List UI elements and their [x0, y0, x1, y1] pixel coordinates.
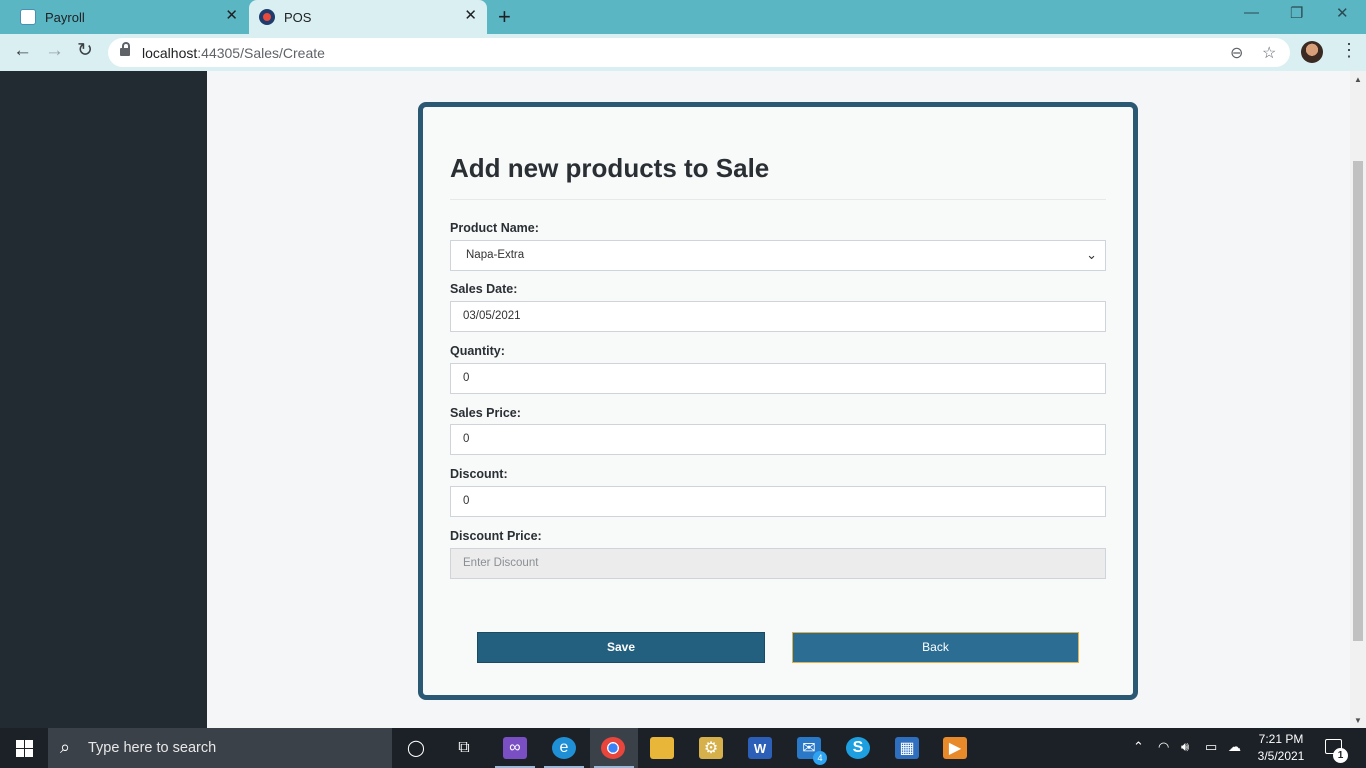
payroll-favicon-icon — [20, 9, 36, 25]
new-tab-icon[interactable]: + — [498, 4, 511, 30]
url-text: localhost:44305/Sales/Create — [142, 45, 325, 61]
database-tool-icon[interactable]: ⚙ — [699, 737, 723, 759]
address-bar-row: ← → ↻ localhost:44305/Sales/Create ⊖ ☆ ⋮ — [0, 34, 1366, 71]
chrome-icon[interactable] — [601, 737, 625, 759]
skype-icon[interactable]: S — [846, 737, 870, 759]
scroll-down-icon[interactable]: ▼ — [1354, 716, 1362, 725]
tab-label: POS — [284, 9, 312, 25]
lock-icon — [120, 42, 130, 58]
quantity-input[interactable]: 0 — [450, 363, 1106, 394]
edge-icon[interactable]: e — [552, 737, 576, 759]
quantity-value: 0 — [463, 372, 470, 384]
mail-badge: 4 — [813, 751, 827, 765]
clock[interactable]: 7:21 PM 3/5/2021 — [1256, 731, 1306, 765]
tab-label: Payroll — [45, 9, 85, 25]
date: 3/5/2021 — [1257, 749, 1305, 763]
sales-price-input[interactable]: 0 — [450, 424, 1106, 455]
sale-form-card: Add new products to Sale Product Name: N… — [418, 102, 1138, 700]
page-title: Add new products to Sale — [450, 153, 770, 183]
sales-date-input[interactable]: 03/05/2021 — [450, 301, 1106, 332]
scroll-up-icon[interactable]: ▲ — [1354, 75, 1362, 84]
scrollbar[interactable]: ▲ ▼ — [1350, 71, 1366, 728]
tray-chevron-icon[interactable]: ⌃ — [1133, 739, 1144, 755]
discount-price-placeholder: Enter Discount — [463, 557, 539, 569]
battery-icon[interactable]: ▭ — [1205, 739, 1217, 755]
cortana-icon[interactable]: ◯ — [404, 737, 428, 759]
zoom-icon[interactable]: ⊖ — [1230, 43, 1243, 63]
windows-start-icon[interactable] — [16, 740, 33, 757]
visual-studio-icon[interactable]: ∞ — [503, 737, 527, 759]
forward-arrow-icon[interactable]: → — [45, 41, 64, 61]
sales-price-value: 0 — [463, 433, 470, 445]
sidebar — [0, 71, 207, 728]
onedrive-icon[interactable]: ☁ — [1228, 739, 1241, 755]
scroll-thumb[interactable] — [1353, 161, 1363, 641]
discount-value: 0 — [463, 495, 470, 507]
tab-pos[interactable]: POS ✕ — [249, 0, 487, 34]
time: 7:21 PM — [1258, 732, 1304, 746]
volume-icon[interactable]: 🔊︎ — [1181, 739, 1189, 755]
back-arrow-icon[interactable]: ← — [13, 41, 32, 61]
sales-date-value: 03/05/2021 — [463, 310, 521, 322]
window-close-icon[interactable]: ✕ — [1336, 4, 1349, 22]
sales-price-label: Sales Price: — [450, 406, 521, 420]
notification-badge: 1 — [1333, 748, 1348, 763]
reload-icon[interactable]: ↻ — [77, 41, 93, 61]
quantity-label: Quantity: — [450, 344, 505, 358]
url-field[interactable]: localhost:44305/Sales/Create ⊖ ☆ — [108, 38, 1290, 67]
discount-price-input[interactable]: Enter Discount — [450, 548, 1106, 579]
discount-price-label: Discount Price: — [450, 529, 542, 543]
profile-avatar[interactable] — [1301, 41, 1323, 63]
chevron-down-icon: ⌄ — [1086, 247, 1097, 262]
pos-favicon-icon — [259, 9, 275, 25]
sales-date-label: Sales Date: — [450, 282, 518, 296]
back-button[interactable]: Back — [792, 632, 1079, 663]
minimize-icon[interactable]: — — [1244, 4, 1259, 21]
file-explorer-icon[interactable] — [650, 737, 674, 759]
task-view-icon[interactable]: ⧉ — [452, 737, 476, 759]
product-name-select[interactable]: Napa-Extra ⌄ — [450, 240, 1106, 271]
mail-icon[interactable]: ✉ 4 — [797, 737, 827, 765]
network-icon[interactable]: ◠ — [1158, 739, 1169, 755]
product-name-label: Product Name: — [450, 221, 539, 235]
product-name-value: Napa-Extra — [466, 249, 525, 261]
store-icon[interactable]: ▦ — [895, 737, 919, 759]
close-icon[interactable]: ✕ — [225, 8, 238, 24]
browser-tab-strip: Payroll ✕ POS ✕ + — ❐ ✕ — [0, 0, 1366, 34]
tab-payroll[interactable]: Payroll ✕ — [8, 0, 248, 34]
save-button[interactable]: Save — [477, 632, 765, 663]
search-placeholder: Type here to search — [88, 740, 217, 756]
word-icon[interactable]: W — [748, 737, 772, 759]
media-player-icon[interactable]: ▶ — [943, 737, 967, 759]
close-icon[interactable]: ✕ — [464, 8, 477, 24]
restore-icon[interactable]: ❐ — [1290, 4, 1303, 22]
menu-icon[interactable]: ⋮ — [1340, 40, 1358, 61]
taskbar: ⌕ Type here to search ◯ ⧉ ∞ e ⚙ W ✉ 4 S ▦… — [0, 728, 1366, 768]
divider — [450, 199, 1106, 200]
discount-input[interactable]: 0 — [450, 486, 1106, 517]
search-icon: ⌕ — [60, 737, 71, 757]
taskbar-search[interactable]: ⌕ Type here to search — [48, 728, 392, 768]
bookmark-star-icon[interactable]: ☆ — [1262, 43, 1276, 63]
discount-label: Discount: — [450, 467, 508, 481]
